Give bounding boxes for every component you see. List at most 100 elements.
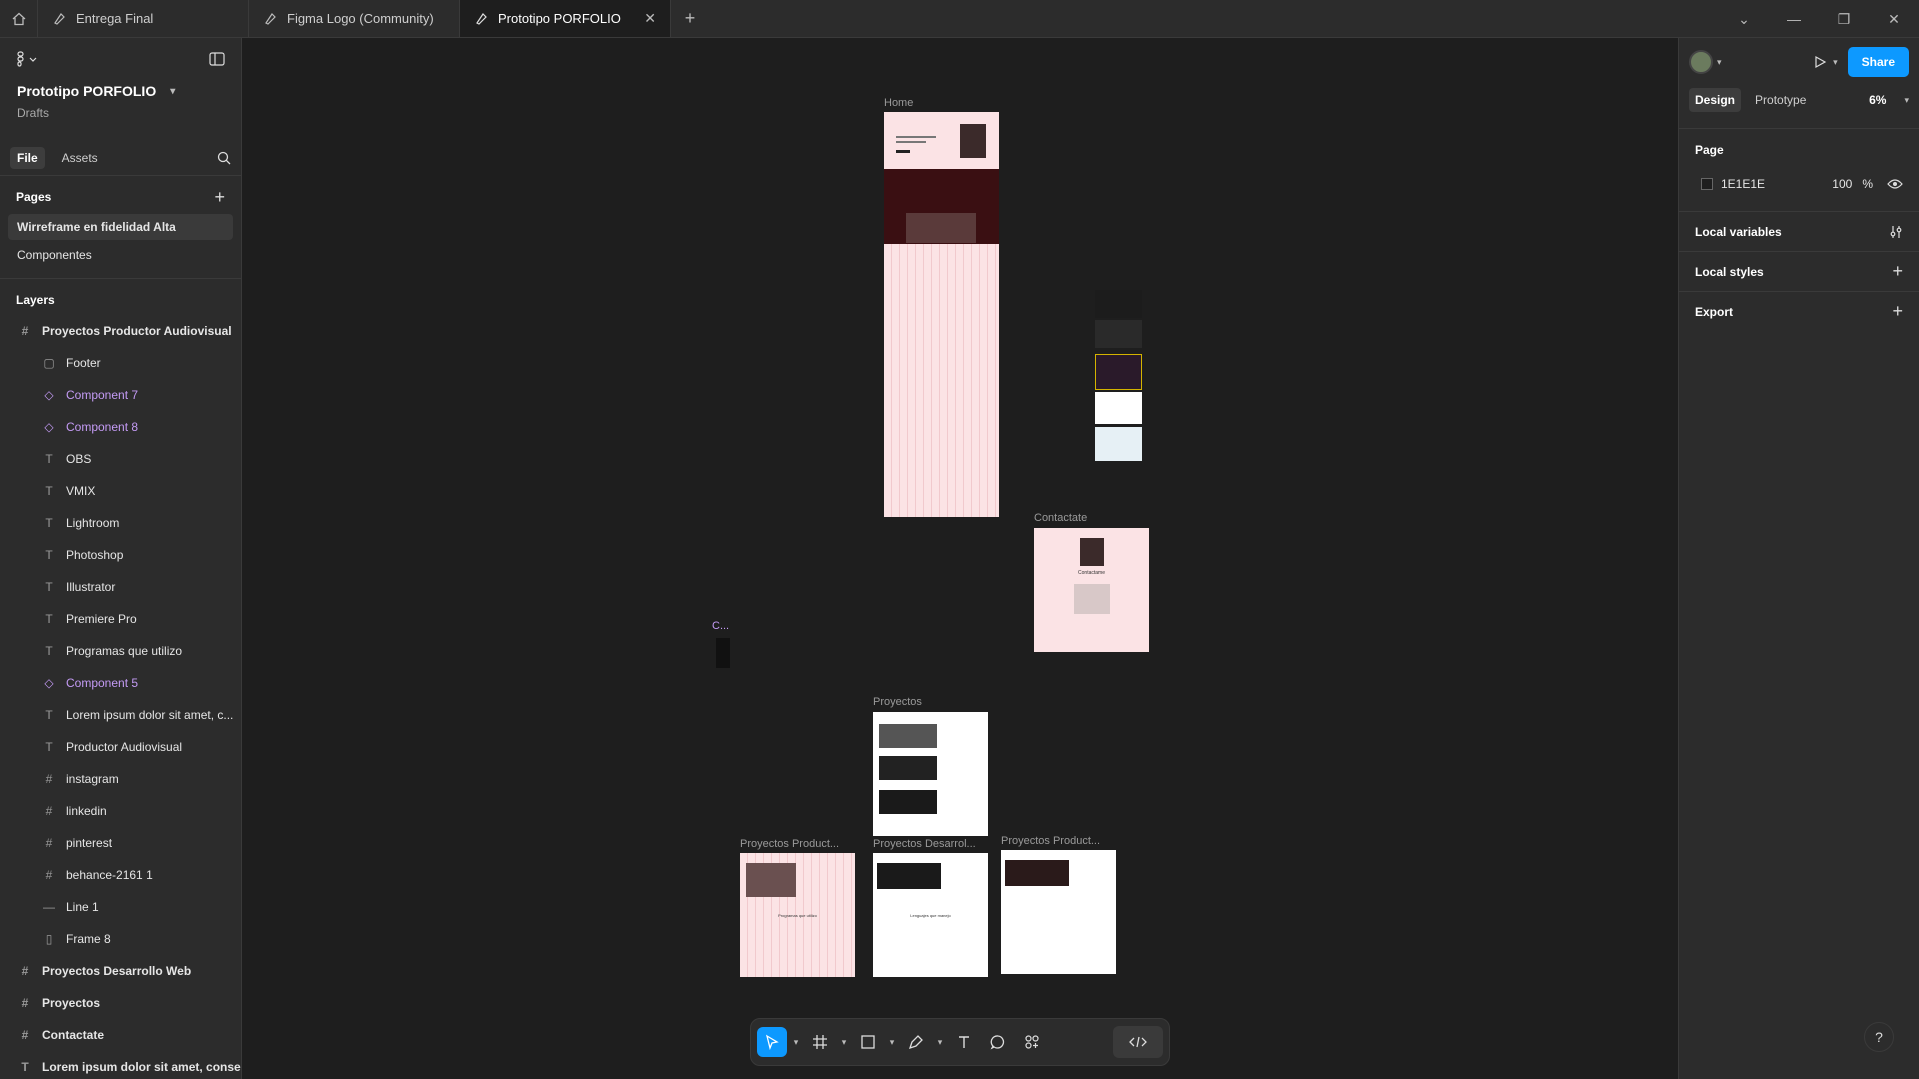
thumb-dark-1[interactable] [1095,290,1142,318]
search-icon[interactable] [217,151,231,165]
chevron-down-icon[interactable]: ▾ [887,1037,897,1048]
comment-tool[interactable] [983,1027,1013,1057]
layer-item[interactable]: ◇ Component 8 [0,411,241,443]
layer-label: linkedin [66,804,107,818]
page-color-hex[interactable]: 1E1E1E [1721,177,1832,191]
rectangle-tool[interactable] [853,1027,883,1057]
add-style-icon[interactable]: + [1892,261,1903,282]
frame-proyectos[interactable] [873,712,988,836]
chevron-down-icon[interactable]: ▾ [839,1037,849,1048]
cursor-icon [765,1034,779,1050]
layer-item[interactable]: ▯ Frame 8 [0,923,241,955]
chevron-down-icon[interactable]: ▾ [1904,95,1909,106]
minimize-icon[interactable]: — [1769,0,1819,38]
present-play-icon[interactable] [1813,55,1827,69]
frame-contactate[interactable]: Contactame [1034,528,1149,652]
export-row[interactable]: Export + [1679,291,1919,331]
actions-tool[interactable] [1017,1027,1047,1057]
layer-item[interactable]: T Premiere Pro [0,603,241,635]
close-window-icon[interactable]: ✕ [1869,0,1919,38]
zoom-level[interactable]: 6% [1869,93,1886,107]
chevron-down-icon[interactable]: ▾ [1717,57,1722,68]
layer-item[interactable]: ◇ Component 7 [0,379,241,411]
frame-label-proy-product-2[interactable]: Proyectos Product... [1001,835,1100,847]
page-opacity[interactable]: 100 [1832,177,1852,191]
frame-home[interactable] [884,112,999,517]
tab-figma-logo[interactable]: Figma Logo (Community) [249,0,460,37]
toggle-sidebar-icon[interactable] [209,52,225,66]
local-styles-row[interactable]: Local styles + [1679,251,1919,291]
canvas[interactable]: Home Contactate Contactame C... Proyecto… [242,38,1678,1079]
component-preview[interactable] [716,638,730,668]
layer-item[interactable]: T Lightroom [0,507,241,539]
layer-item[interactable]: T Programas que utilizo [0,635,241,667]
add-page-icon[interactable]: + [214,187,225,208]
frame-proyectos-desarrollo[interactable]: Lenguajes que manejo [873,853,988,977]
page-item-componentes[interactable]: Componentes [8,242,233,268]
chevron-down-icon[interactable]: ▾ [935,1037,945,1048]
layer-item[interactable]: ▢ Footer [0,347,241,379]
thumb-selected[interactable] [1095,354,1142,390]
layer-item[interactable]: T OBS [0,443,241,475]
frame-label-home[interactable]: Home [884,97,913,109]
dev-mode-toggle[interactable] [1113,1026,1163,1058]
page-color-swatch[interactable] [1701,178,1713,190]
tab-design[interactable]: Design [1689,88,1742,112]
frame-tool[interactable] [805,1027,835,1057]
layer-item[interactable]: T VMIX [0,475,241,507]
new-tab-button[interactable]: + [671,0,709,37]
layer-item[interactable]: — Line 1 [0,891,241,923]
layer-item[interactable]: T Lorem ipsum dolor sit amet, c... [0,699,241,731]
figma-menu-icon[interactable] [16,51,42,67]
local-variables-row[interactable]: Local variables [1679,211,1919,251]
pen-tool[interactable] [901,1027,931,1057]
layer-item[interactable]: # behance-2161 1 [0,859,241,891]
layer-item[interactable]: # Proyectos Productor Audiovisual [0,315,241,347]
page-item-wireframe[interactable]: Wirreframe en fidelidad Alta [8,214,233,240]
share-button[interactable]: Share [1847,47,1909,77]
help-button[interactable]: ? [1864,1022,1894,1052]
thumb-dark-2[interactable] [1095,320,1142,348]
frame-label-component[interactable]: C... [712,620,729,632]
file-title[interactable]: Prototipo PORFOLIO ▾ [0,80,241,102]
frame-proyectos-productor-2[interactable] [1001,850,1116,974]
frame-label-contactate[interactable]: Contactate [1034,512,1087,524]
layer-item[interactable]: # Proyectos [0,987,241,1019]
file-location[interactable]: Drafts [0,102,241,128]
add-export-icon[interactable]: + [1892,301,1903,322]
layer-item[interactable]: # linkedin [0,795,241,827]
layer-item[interactable]: T Productor Audiovisual [0,731,241,763]
layer-item[interactable]: T Lorem ipsum dolor sit amet, conse... [0,1051,241,1079]
thumb-light-blue[interactable] [1095,427,1142,461]
layer-item[interactable]: # Proyectos Desarrollo Web [0,955,241,987]
tab-prototype[interactable]: Prototype [1749,88,1812,112]
move-tool[interactable] [757,1027,787,1057]
thumb-white[interactable] [1095,392,1142,424]
tab-prototipo-porfolio[interactable]: Prototipo PORFOLIO ✕ [460,0,671,37]
tab-assets[interactable]: Assets [55,147,105,169]
frame-label-proyectos[interactable]: Proyectos [873,696,922,708]
eye-icon[interactable] [1887,178,1903,190]
layer-item[interactable]: # instagram [0,763,241,795]
maximize-icon[interactable]: ❐ [1819,0,1869,38]
layer-item[interactable]: T Illustrator [0,571,241,603]
layer-item[interactable]: T Photoshop [0,539,241,571]
comment-icon [990,1035,1005,1050]
tab-file[interactable]: File [10,146,45,169]
chevron-down-icon[interactable]: ▾ [1833,57,1838,68]
layer-item[interactable]: # pinterest [0,827,241,859]
frame-label-proy-product[interactable]: Proyectos Product... [740,838,839,850]
text-tool[interactable] [949,1027,979,1057]
avatar[interactable] [1689,50,1713,74]
close-tab-icon[interactable]: ✕ [644,10,656,27]
layer-item[interactable]: ◇ Component 5 [0,667,241,699]
home-button[interactable] [0,0,38,37]
frame-label-proy-desarrollo[interactable]: Proyectos Desarrol... [873,838,976,850]
tabs-dropdown-icon[interactable]: ⌄ [1719,0,1769,38]
layer-item[interactable]: # Contactate [0,1019,241,1051]
frame-proyectos-productor[interactable]: Programas que utilizo [740,853,855,977]
chevron-down-icon[interactable]: ▾ [791,1037,801,1048]
tab-entrega-final[interactable]: Entrega Final [38,0,249,37]
variables-icon[interactable] [1889,225,1903,239]
autolayout-layer-icon: ▯ [45,932,53,946]
